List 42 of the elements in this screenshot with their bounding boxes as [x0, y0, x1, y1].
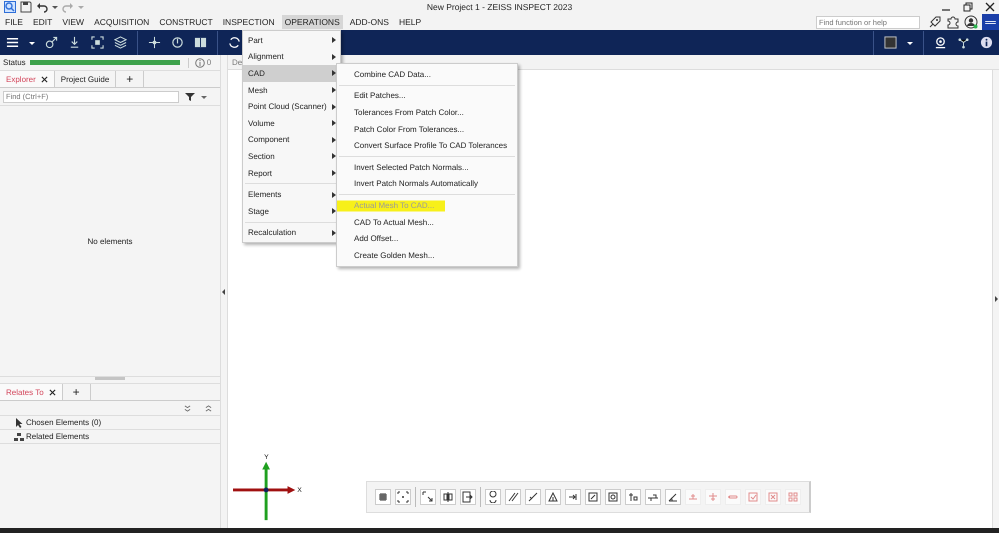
- menu-item[interactable]: Alignment: [243, 48, 340, 66]
- menu-item[interactable]: Mesh: [243, 82, 340, 98]
- tree-item[interactable]: Related Elements: [26, 432, 90, 441]
- menu-item[interactable]: Stage: [243, 202, 340, 220]
- menu-item[interactable]: Tolerances From Patch Color...: [337, 104, 517, 121]
- menu-item[interactable]: ADD-ONS: [346, 15, 392, 29]
- add-tab-button[interactable]: +: [62, 384, 91, 400]
- menu-item[interactable]: Add Offset...: [337, 230, 517, 247]
- menu-item[interactable]: CONSTRUCT: [156, 15, 216, 29]
- menu-item[interactable]: Section: [243, 148, 340, 165]
- tree-item[interactable]: Chosen Elements (0): [26, 418, 102, 427]
- menu-item[interactable]: Combine CAD Data...: [337, 66, 517, 83]
- menu-item[interactable]: CAD To Actual Mesh...: [337, 214, 517, 230]
- window-title: New Project 1 - ZEISS INSPECT 2023: [426, 2, 572, 12]
- view-tab[interactable]: De: [232, 58, 242, 66]
- menu-item[interactable]: Recalculation: [243, 224, 340, 242]
- menu-item[interactable]: Patch Color From Tolerances...: [337, 120, 517, 138]
- panel-tab[interactable]: Project Guide: [54, 71, 116, 87]
- menu-item[interactable]: Convert Surface Profile To CAD Tolerances: [337, 137, 517, 154]
- menu-item[interactable]: VIEW: [59, 15, 88, 29]
- empty-message: No elements: [88, 236, 132, 246]
- panel-tab[interactable]: Relates To: [0, 384, 63, 400]
- menu-item[interactable]: ACQUISITION: [91, 15, 152, 29]
- menu-item[interactable]: Volume: [243, 114, 340, 132]
- add-tab-button[interactable]: +: [116, 71, 144, 87]
- menu-item[interactable]: Elements: [243, 186, 340, 203]
- menu-item[interactable]: Report: [243, 164, 340, 182]
- menu-item[interactable]: INSPECTION: [220, 15, 278, 29]
- menu-item[interactable]: OPERATIONS: [282, 15, 343, 29]
- menu-item[interactable]: Component: [243, 132, 340, 148]
- status-label: Status: [3, 58, 26, 67]
- message-count: 0: [206, 58, 212, 67]
- menu-item[interactable]: Invert Patch Normals Automatically: [337, 176, 517, 192]
- menu-item[interactable]: Point Cloud (Scanner): [243, 98, 340, 115]
- menu-item[interactable]: HELP: [396, 15, 424, 29]
- menu-item[interactable]: FILE: [2, 15, 26, 29]
- menu-item[interactable]: Create Golden Mesh...: [337, 246, 517, 264]
- menu-item[interactable]: Edit Patches...: [337, 88, 517, 104]
- menu-item[interactable]: Part: [243, 32, 340, 49]
- panel-tab[interactable]: Explorer: [0, 71, 55, 87]
- menu-item[interactable]: EDIT: [30, 15, 56, 29]
- menu-item[interactable]: Invert Selected Patch Normals...: [337, 158, 517, 176]
